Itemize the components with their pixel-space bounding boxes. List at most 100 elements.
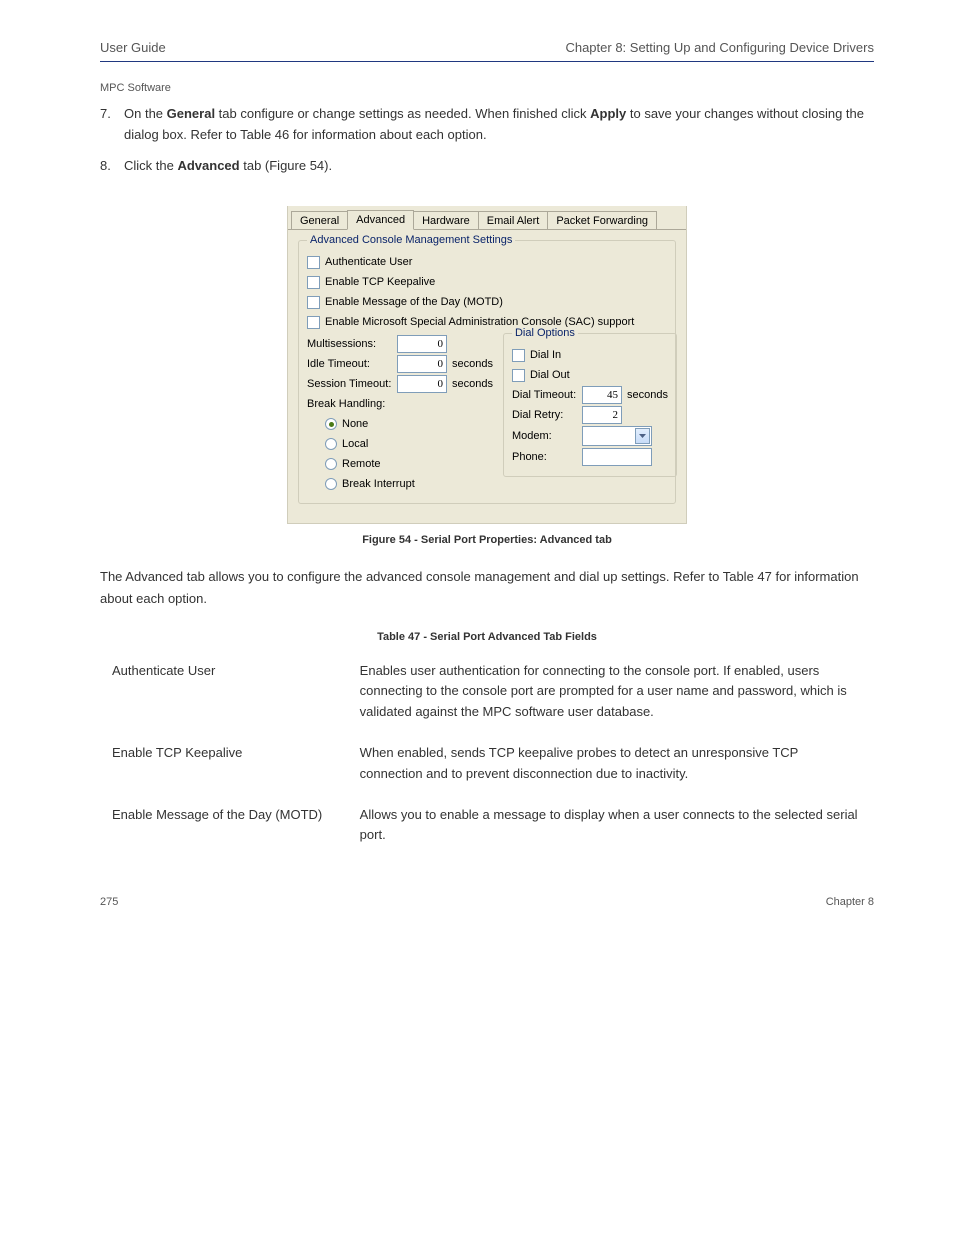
modem-combo[interactable] [582,426,652,446]
session-timeout-input[interactable] [397,375,447,393]
group-legend: Advanced Console Management Settings [307,234,515,246]
break-handling-label: Break Handling: [307,398,385,410]
dial-options-group: Dial Options Dial In Dial Out [503,333,677,477]
dial-out-checkbox[interactable] [512,369,525,382]
break-none-row: None [307,415,493,433]
dial-in-row: Dial In [512,346,668,364]
break-local-row: Local [307,435,493,453]
table-row: Authenticate User Enables user authentic… [100,651,874,733]
modem-label: Modem: [512,430,582,442]
dial-retry-row: Dial Retry: [512,406,668,424]
tabbar: General Advanced Hardware Email Alert Pa… [288,206,686,230]
break-remote-row: Remote [307,455,493,473]
field-name: Enable TCP Keepalive [100,733,348,795]
step-8: 8. Click the Advanced tab (Figure 54). [100,156,874,177]
dial-timeout-row: Dial Timeout: seconds [512,386,668,404]
break-local-radio[interactable] [325,438,337,450]
idle-timeout-input[interactable] [397,355,447,373]
authenticate-user-row: Authenticate User [307,253,667,271]
step-text: Click the Advanced tab (Figure 54). [124,156,874,177]
footer-chapter: Chapter 8 [826,896,874,908]
authenticate-user-label: Authenticate User [325,256,412,268]
sac-label: Enable Microsoft Special Administration … [325,316,634,328]
page-header: User Guide Chapter 8: Setting Up and Con… [100,40,874,62]
tcp-keepalive-checkbox[interactable] [307,276,320,289]
doc-title: MPC Software [100,82,874,94]
multisessions-row: Multisessions: [307,335,493,353]
header-right: Chapter 8: Setting Up and Configuring De… [565,40,874,55]
phone-row: Phone: [512,448,668,466]
figure-54: General Advanced Hardware Email Alert Pa… [100,206,874,524]
dial-out-row: Dial Out [512,366,668,384]
page: User Guide Chapter 8: Setting Up and Con… [0,0,954,948]
sac-row: Enable Microsoft Special Administration … [307,313,667,331]
tab-body: Advanced Console Management Settings Aut… [288,229,686,522]
motd-row: Enable Message of the Day (MOTD) [307,293,667,311]
page-footer: 275 Chapter 8 [100,896,874,908]
advanced-settings-group: Advanced Console Management Settings Aut… [298,240,676,504]
seconds-unit: seconds [452,378,493,390]
tab-packet-forwarding[interactable]: Packet Forwarding [547,211,657,230]
field-desc: Allows you to enable a message to displa… [348,795,874,857]
dial-retry-label: Dial Retry: [512,409,582,421]
dial-in-checkbox[interactable] [512,349,525,362]
tcp-keepalive-label: Enable TCP Keepalive [325,276,435,288]
page-number: 275 [100,896,118,908]
chevron-down-icon [635,428,650,444]
phone-label: Phone: [512,451,582,463]
break-interrupt-radio[interactable] [325,478,337,490]
right-column: Dial Options Dial In Dial Out [503,333,677,495]
field-desc: Enables user authentication for connecti… [348,651,874,733]
dial-timeout-input[interactable] [582,386,622,404]
tab-general[interactable]: General [291,211,348,230]
session-timeout-row: Session Timeout: seconds [307,375,493,393]
session-timeout-label: Session Timeout: [307,378,397,390]
table-title: Table 47 - Serial Port Advanced Tab Fiel… [100,631,874,643]
serial-port-properties-panel: General Advanced Hardware Email Alert Pa… [287,206,687,524]
dial-out-label: Dial Out [530,369,570,381]
seconds-unit: seconds [627,389,668,401]
tab-advanced[interactable]: Advanced [347,210,414,230]
idle-timeout-label: Idle Timeout: [307,358,397,370]
multisessions-label: Multisessions: [307,338,397,350]
fields-table: Authenticate User Enables user authentic… [100,651,874,857]
break-local-label: Local [342,438,368,450]
seconds-unit: seconds [452,358,493,370]
sac-checkbox[interactable] [307,316,320,329]
break-handling-label-row: Break Handling: [307,395,493,413]
break-interrupt-row: Break Interrupt [307,475,493,493]
field-name: Authenticate User [100,651,348,733]
authenticate-user-checkbox[interactable] [307,256,320,269]
motd-checkbox[interactable] [307,296,320,309]
dial-retry-input[interactable] [582,406,622,424]
break-none-label: None [342,418,368,430]
left-column: Multisessions: Idle Timeout: seconds Ses… [307,333,493,495]
motd-label: Enable Message of the Day (MOTD) [325,296,503,308]
body-text: The Advanced tab allows you to configure… [100,566,874,610]
field-desc: When enabled, sends TCP keepalive probes… [348,733,874,795]
break-interrupt-label: Break Interrupt [342,478,415,490]
multisessions-input[interactable] [397,335,447,353]
break-remote-label: Remote [342,458,381,470]
table-47: Table 47 - Serial Port Advanced Tab Fiel… [100,631,874,857]
idle-timeout-row: Idle Timeout: seconds [307,355,493,373]
field-name: Enable Message of the Day (MOTD) [100,795,348,857]
modem-row: Modem: [512,426,668,446]
tcp-keepalive-row: Enable TCP Keepalive [307,273,667,291]
break-none-radio[interactable] [325,418,337,430]
step-text: On the General tab configure or change s… [124,104,874,146]
columns: Multisessions: Idle Timeout: seconds Ses… [307,333,667,495]
table-row: Enable Message of the Day (MOTD) Allows … [100,795,874,857]
step-num: 8. [100,156,124,177]
tab-hardware[interactable]: Hardware [413,211,479,230]
dial-in-label: Dial In [530,349,561,361]
phone-input[interactable] [582,448,652,466]
tab-email-alert[interactable]: Email Alert [478,211,549,230]
dial-options-legend: Dial Options [512,327,578,339]
dial-timeout-label: Dial Timeout: [512,389,582,401]
step-num: 7. [100,104,124,146]
break-remote-radio[interactable] [325,458,337,470]
step-7: 7. On the General tab configure or chang… [100,104,874,146]
figure-caption: Figure 54 - Serial Port Properties: Adva… [100,534,874,546]
table-row: Enable TCP Keepalive When enabled, sends… [100,733,874,795]
